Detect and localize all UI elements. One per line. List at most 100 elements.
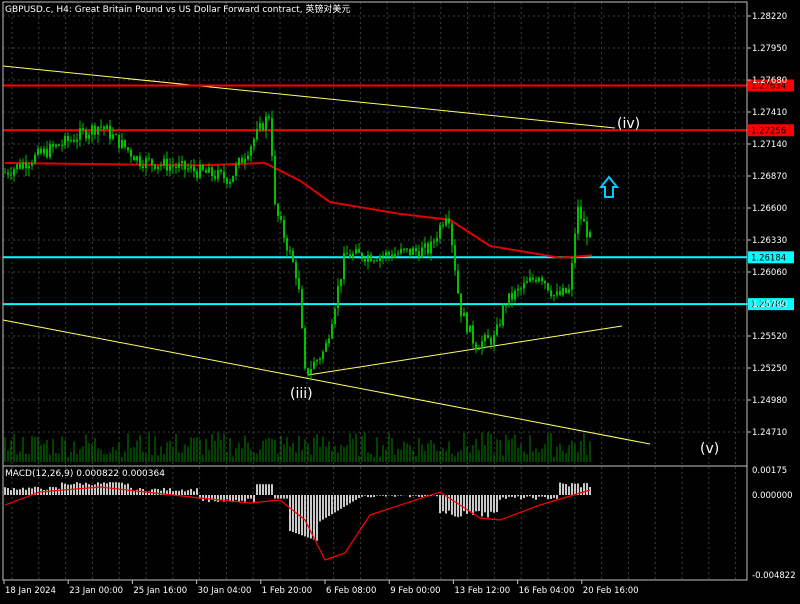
- candle-body: [127, 147, 129, 151]
- candle-body: [583, 218, 585, 222]
- candle-body: [64, 135, 66, 146]
- candle-body: [10, 174, 12, 176]
- lower-trendline[interactable]: [2, 319, 651, 445]
- candle-body: [28, 165, 30, 169]
- candle-body: [37, 148, 39, 155]
- candle-body: [577, 206, 579, 234]
- candle-body: [46, 148, 48, 158]
- macd-header: MACD(12,26,9) 0.000822 0.000364: [5, 469, 165, 479]
- time-axis-label: 13 Feb 12:00: [454, 586, 510, 596]
- price-axis-label: 1.26060: [752, 268, 787, 278]
- candle-body: [391, 254, 393, 258]
- candle-body: [85, 129, 87, 139]
- candle-body: [487, 334, 489, 339]
- candle-body: [382, 255, 384, 257]
- wave-label-iv: (iv): [617, 116, 640, 132]
- candle-body: [571, 263, 573, 290]
- candle-body: [352, 253, 354, 259]
- candle-body: [436, 238, 438, 242]
- candle-body: [175, 166, 177, 168]
- candle-body: [115, 134, 117, 136]
- candle-body: [589, 231, 591, 238]
- candle-body: [40, 148, 42, 154]
- candle-body: [514, 290, 516, 300]
- time-axis-label: 20 Feb 16:00: [583, 586, 639, 596]
- candle-body: [403, 248, 405, 250]
- candle-body: [421, 247, 423, 258]
- chart-canvas[interactable]: 1.276341.272561.261841.25789 1.282201.27…: [0, 0, 800, 600]
- candle-body: [505, 305, 507, 307]
- candle-body: [103, 126, 105, 130]
- price-axis-label: 1.25520: [752, 332, 787, 342]
- candle-body: [472, 325, 474, 344]
- candle-body: [508, 293, 510, 306]
- price-axis-label: 1.26330: [752, 236, 787, 246]
- moving-average-line[interactable]: [4, 161, 593, 259]
- candle-body: [268, 116, 270, 118]
- price-axis-label: 1.25250: [752, 364, 787, 374]
- candle-body: [307, 368, 309, 375]
- candle-body: [256, 128, 258, 140]
- candle-body: [109, 125, 111, 139]
- candle-body: [469, 325, 471, 333]
- candle-body: [442, 225, 444, 227]
- candle-body: [538, 277, 540, 282]
- candle-body: [91, 125, 93, 135]
- candle-body: [229, 181, 231, 184]
- candle-body: [433, 241, 435, 243]
- candle-body: [532, 277, 534, 280]
- candle-body: [376, 260, 378, 262]
- candle-body: [202, 164, 204, 171]
- candle-body: [520, 288, 522, 290]
- upper-trendline[interactable]: [2, 65, 616, 129]
- candle-body: [151, 159, 153, 165]
- candle-body: [232, 175, 234, 182]
- candle-body: [34, 154, 36, 164]
- candle-body: [106, 125, 108, 130]
- candle-body: [277, 203, 279, 217]
- candle-body: [379, 256, 381, 261]
- candle-body: [397, 253, 399, 255]
- price-axis-label: 1.27680: [752, 76, 787, 86]
- candle-body: [511, 293, 513, 300]
- candle-body: [82, 128, 84, 130]
- up-arrow-icon[interactable]: [598, 175, 620, 198]
- chart-frame: [2, 1, 748, 581]
- candle-body: [43, 148, 45, 154]
- candle-body: [361, 252, 363, 260]
- candle-body: [79, 128, 81, 140]
- candle-body: [133, 156, 135, 161]
- candle-body: [22, 162, 24, 169]
- candle-body: [217, 169, 219, 179]
- candle-body: [499, 324, 501, 326]
- candle-body: [355, 249, 357, 254]
- candle-body: [169, 165, 171, 171]
- candle-body: [334, 308, 336, 325]
- price-axis-label: 1.26870: [752, 172, 787, 182]
- candle-body: [88, 134, 90, 139]
- candle-body: [271, 117, 273, 156]
- chart-window[interactable]: 1.27634 1.27256 1.26184 1.25789 1.28220 1.27…: [0, 0, 800, 600]
- time-axis-label: 25 Jan 16:00: [133, 586, 187, 596]
- price-level-label: 1.27256: [751, 126, 786, 136]
- candle-body: [181, 161, 183, 164]
- candle-body: [220, 169, 222, 172]
- candle-body: [142, 166, 144, 169]
- candle-body: [523, 283, 525, 289]
- candle-body: [124, 139, 126, 148]
- candle-body: [172, 165, 174, 167]
- candle-body: [550, 290, 552, 297]
- candle-body: [265, 116, 267, 131]
- candle-body: [211, 167, 213, 177]
- candle-body: [208, 167, 210, 173]
- candle-body: [289, 250, 291, 252]
- candle-body: [502, 305, 504, 326]
- candle-body: [121, 139, 123, 148]
- candle-body: [316, 360, 318, 362]
- candle-body: [460, 293, 462, 317]
- candle-body: [259, 123, 261, 129]
- candle-body: [253, 139, 255, 147]
- candle-body: [157, 166, 159, 170]
- candle-body: [310, 368, 312, 375]
- candle-body: [349, 254, 351, 259]
